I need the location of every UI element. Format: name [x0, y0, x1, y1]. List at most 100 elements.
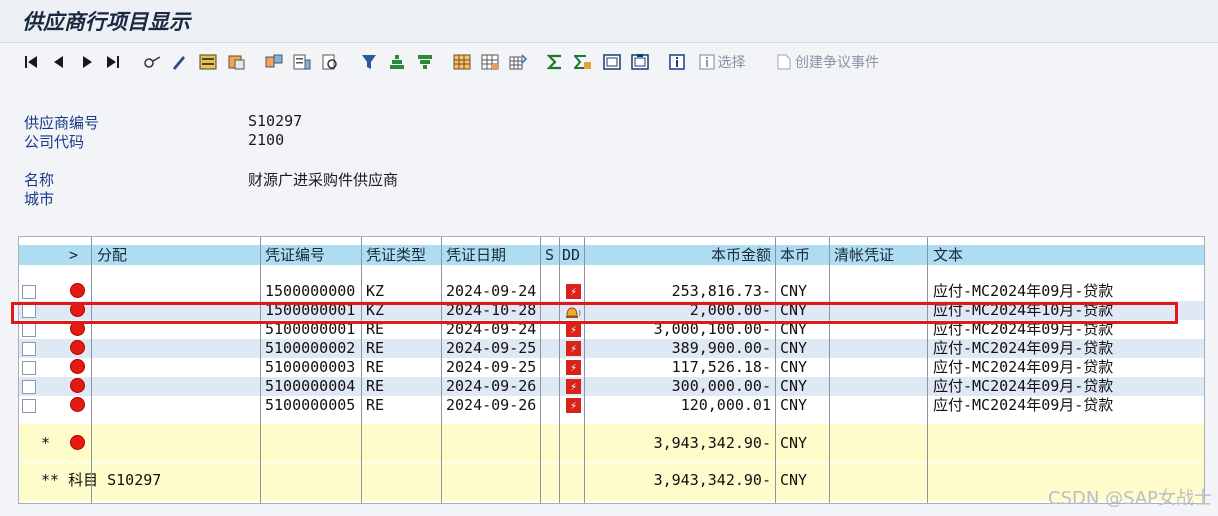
find-icon[interactable] [292, 53, 312, 71]
status-red-icon [71, 436, 84, 449]
row-checkbox[interactable] [22, 361, 36, 375]
create-dispute-button[interactable]: 创建争议事件 [772, 53, 884, 71]
doc-date-cell: 2024-09-26 [446, 396, 537, 414]
grid-header-row: > 分配 凭证编号 凭证类型 凭证日期 S DD 本币金额 本币 清帐凭证 文本 [19, 245, 1204, 265]
col-doc-no[interactable]: 凭证编号 [265, 245, 325, 265]
amount-cell: 253,816.73- [671, 282, 771, 300]
last-page-icon[interactable] [106, 53, 120, 71]
text-cell: 应付-MC2024年09月-贷款 [933, 396, 1114, 414]
total-amount: 3,943,342.90- [653, 471, 771, 489]
col-clearing[interactable]: 清帐凭证 [834, 245, 894, 265]
col-divider [441, 237, 442, 503]
row-checkbox[interactable] [22, 323, 36, 337]
doc-no-cell[interactable]: 1500000000 [265, 282, 355, 301]
col-divider [540, 237, 541, 503]
col-amount[interactable]: 本币金额 [587, 245, 771, 265]
transfer-icon[interactable] [226, 53, 246, 71]
amount-cell: 117,526.18- [671, 358, 771, 376]
print-preview-icon[interactable] [320, 53, 340, 71]
doc-no-cell[interactable]: 5100000003 [265, 358, 355, 377]
name-value: 财源广进采购件供应商 [248, 171, 399, 189]
col-doc-type[interactable]: 凭证类型 [366, 245, 426, 265]
doc-type-cell: RE [366, 377, 385, 395]
row-checkbox[interactable] [22, 399, 36, 413]
select-info-icon [698, 54, 715, 70]
row-checkbox[interactable] [22, 285, 36, 299]
currency-cell: CNY [780, 377, 808, 395]
status-red-icon [71, 379, 84, 392]
status-red-icon [71, 341, 84, 354]
sum-icon[interactable] [546, 53, 564, 71]
due-date-icon: ⚡ [566, 322, 581, 337]
table-row[interactable]: 5100000002 RE 2024-09-25 ⚡ 389,900.00- CNY 应付-… [19, 339, 1204, 358]
vendor-label: 供应商编号 [24, 114, 100, 132]
col-divider [559, 237, 560, 503]
select-layout-icon[interactable] [198, 53, 218, 71]
status-red-icon [71, 360, 84, 373]
dispute-label: 创建争议事件 [795, 55, 879, 71]
select-button[interactable]: 选择 [696, 53, 748, 71]
sort-asc-icon[interactable] [388, 53, 406, 71]
text-cell: 应付-MC2024年09月-贷款 [933, 282, 1114, 300]
col-dd[interactable]: DD [562, 245, 580, 265]
table-row[interactable]: 5100000003 RE 2024-09-25 ⚡ 117,526.18- CNY 应付-… [19, 358, 1204, 377]
due-date-icon: ⚡ [566, 379, 581, 394]
amount-cell: 389,900.00- [671, 339, 771, 357]
prev-page-icon[interactable] [52, 53, 66, 71]
subtotal-amount: 3,943,342.90- [653, 434, 771, 452]
document-icon [777, 54, 791, 70]
subtotal-row: * 3,943,342.90- CNY [19, 424, 1204, 462]
doc-type-cell: RE [366, 339, 385, 357]
layout-save-icon[interactable] [602, 53, 622, 71]
col-doc-date[interactable]: 凭证日期 [446, 245, 506, 265]
total-label: ** 科目 S10297 [41, 471, 162, 489]
select-label: 选择 [717, 55, 746, 71]
currency-cell: CNY [780, 282, 808, 300]
col-expand[interactable]: > [69, 245, 83, 265]
table-row[interactable]: 1500000000 KZ 2024-09-24 ⚡ 253,816.73- CNY 应付-… [19, 282, 1204, 301]
doc-no-cell[interactable]: 5100000005 [265, 396, 355, 415]
grid-sub-icon[interactable] [480, 53, 500, 71]
doc-no-cell[interactable]: 5100000004 [265, 377, 355, 396]
col-assign[interactable]: 分配 [97, 245, 127, 265]
due-date-icon: ⚡ [566, 398, 581, 413]
status-red-icon [71, 284, 84, 297]
col-divider [361, 237, 362, 503]
watermark: CSDN @SAP女战士 [1048, 488, 1212, 509]
export-icon[interactable] [508, 53, 528, 71]
col-divider [829, 237, 830, 503]
col-s[interactable]: S [545, 245, 554, 265]
filter-icon[interactable] [360, 53, 378, 71]
row-checkbox[interactable] [22, 380, 36, 394]
text-cell: 应付-MC2024年09月-贷款 [933, 358, 1114, 376]
company-value: 2100 [248, 131, 285, 149]
grid-icon[interactable] [452, 53, 472, 71]
layout-change-icon[interactable] [630, 53, 650, 71]
col-currency[interactable]: 本币 [780, 245, 810, 265]
col-divider [927, 237, 928, 503]
table-row[interactable]: 5100000004 RE 2024-09-26 ⚡ 300,000.00- CNY 应付-… [19, 377, 1204, 396]
next-page-icon[interactable] [80, 53, 94, 71]
application-toolbar: 选择 创建争议事件 [0, 44, 1218, 80]
title-bar: 供应商行项目显示 [0, 0, 1218, 43]
sort-icon[interactable] [264, 53, 284, 71]
currency-cell: CNY [780, 396, 808, 414]
window-title: 供应商行项目显示 [22, 9, 190, 34]
doc-date-cell: 2024-09-26 [446, 377, 537, 395]
subtotal-icon[interactable] [574, 53, 592, 71]
sort-desc-icon[interactable] [416, 53, 434, 71]
doc-type-cell: RE [366, 396, 385, 414]
due-date-icon: ⚡ [566, 341, 581, 356]
due-date-icon: ⚡ [566, 360, 581, 375]
doc-no-cell[interactable]: 5100000002 [265, 339, 355, 358]
first-page-icon[interactable] [24, 53, 38, 71]
col-text[interactable]: 文本 [933, 245, 963, 265]
details-icon[interactable] [142, 53, 162, 71]
edit-icon[interactable] [170, 53, 188, 71]
info-icon[interactable] [668, 53, 686, 71]
amount-cell: 120,000.01 [680, 396, 771, 414]
text-cell: 应付-MC2024年09月-贷款 [933, 377, 1114, 395]
name-label: 名称 [24, 171, 55, 189]
table-row[interactable]: 5100000005 RE 2024-09-26 ⚡ 120,000.01 CNY 应付-M… [19, 396, 1204, 415]
row-checkbox[interactable] [22, 342, 36, 356]
